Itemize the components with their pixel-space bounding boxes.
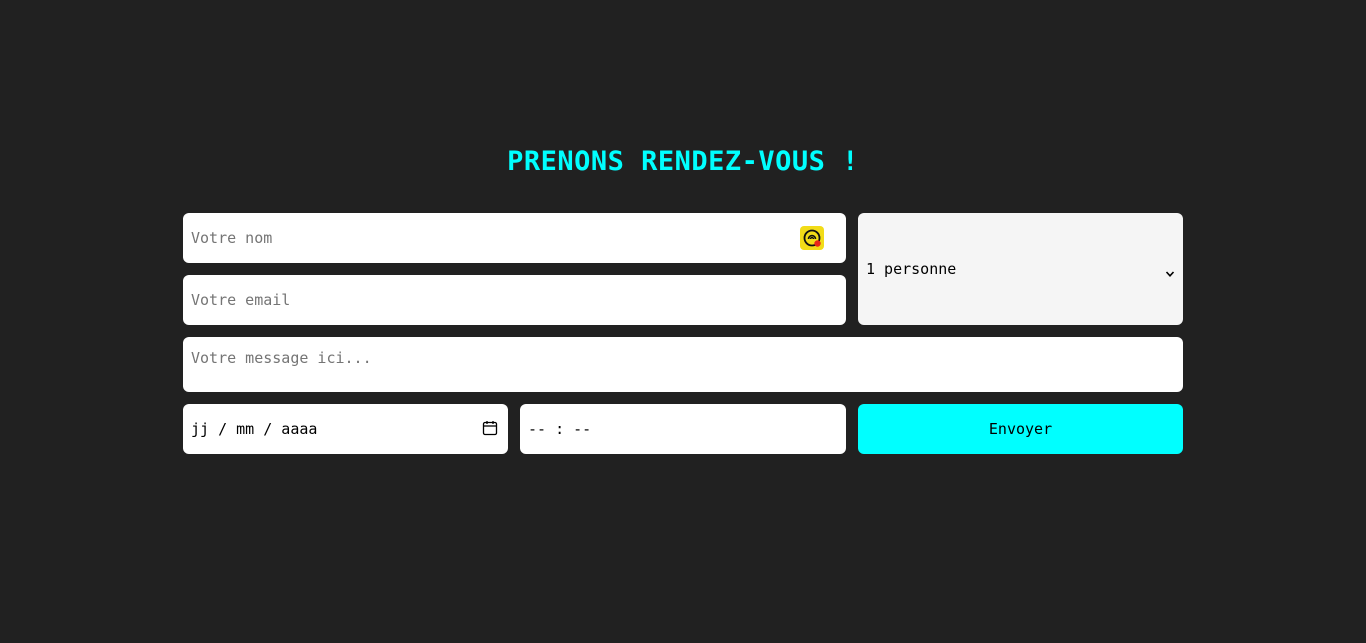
page-title: PRENONS RENDEZ-VOUS ! [507, 146, 859, 177]
guests-select[interactable]: 1 personne [858, 213, 1183, 325]
password-manager-icon[interactable] [800, 226, 824, 250]
email-input[interactable] [183, 275, 846, 325]
time-placeholder: -- : -- [528, 420, 592, 438]
chevron-down-icon [1165, 264, 1175, 277]
date-input[interactable]: jj / mm / aaaa [183, 404, 508, 454]
date-placeholder: jj / mm / aaaa [191, 420, 318, 438]
guests-select-value: 1 personne [866, 260, 957, 278]
time-input[interactable]: -- : -- [520, 404, 846, 454]
booking-page: PRENONS RENDEZ-VOUS ! 1 personne jj / mm… [0, 0, 1366, 643]
submit-button[interactable]: Envoyer [858, 404, 1183, 454]
message-textarea[interactable] [183, 337, 1183, 392]
name-input[interactable] [183, 213, 846, 263]
calendar-icon[interactable] [482, 420, 498, 436]
